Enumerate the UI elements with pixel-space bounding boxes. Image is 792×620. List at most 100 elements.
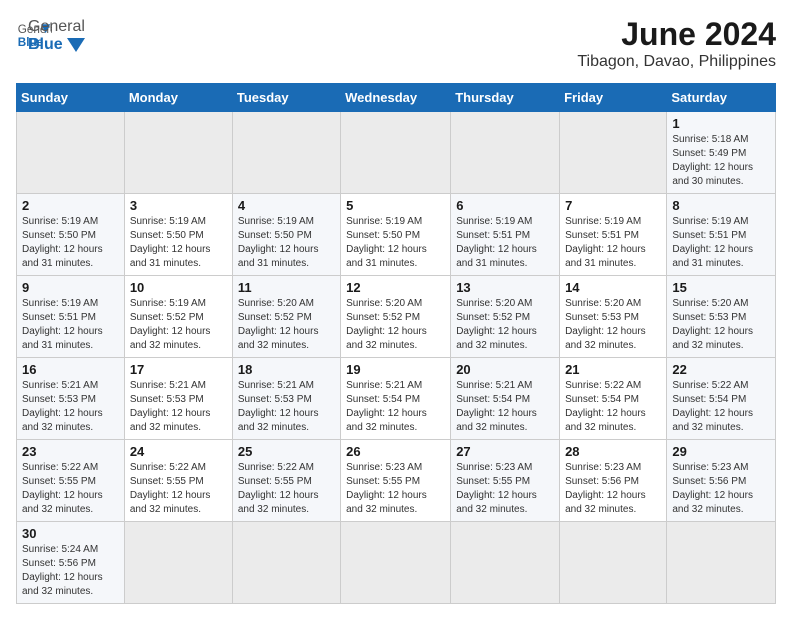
- day-info: Sunrise: 5:21 AMSunset: 5:53 PMDaylight:…: [130, 379, 227, 435]
- day-info: Sunrise: 5:22 AMSunset: 5:54 PMDaylight:…: [565, 379, 661, 435]
- day-info: Sunrise: 5:23 AMSunset: 5:56 PMDaylight:…: [672, 461, 770, 517]
- day-cell: [451, 522, 560, 604]
- day-cell: 17 Sunrise: 5:21 AMSunset: 5:53 PMDayligh…: [124, 358, 232, 440]
- day-number: 23: [22, 444, 119, 459]
- day-cell: 13 Sunrise: 5:20 AMSunset: 5:52 PMDayligh…: [451, 276, 560, 358]
- day-number: 30: [22, 526, 119, 541]
- calendar-title: June 2024: [577, 16, 776, 53]
- day-cell: 28 Sunrise: 5:23 AMSunset: 5:56 PMDayligh…: [560, 440, 667, 522]
- day-number: 18: [238, 362, 335, 377]
- day-info: Sunrise: 5:20 AMSunset: 5:52 PMDaylight:…: [238, 297, 335, 353]
- day-cell: [560, 112, 667, 194]
- day-cell: [124, 522, 232, 604]
- day-number: 20: [456, 362, 554, 377]
- day-cell: 6 Sunrise: 5:19 AMSunset: 5:51 PMDaylight…: [451, 194, 560, 276]
- day-info: Sunrise: 5:22 AMSunset: 5:55 PMDaylight:…: [238, 461, 335, 517]
- day-number: 12: [346, 280, 445, 295]
- day-number: 13: [456, 280, 554, 295]
- day-cell: 25 Sunrise: 5:22 AMSunset: 5:55 PMDayligh…: [232, 440, 340, 522]
- day-cell: 3Sunrise: 5:19 AMSunset: 5:50 PMDaylight…: [124, 194, 232, 276]
- day-info: Sunrise: 5:20 AMSunset: 5:52 PMDaylight:…: [456, 297, 554, 353]
- day-cell: 2Sunrise: 5:19 AMSunset: 5:50 PMDaylight…: [17, 194, 125, 276]
- day-cell: 22Sunrise: 5:22 AMSunset: 5:54 PMDayligh…: [667, 358, 776, 440]
- day-info: Sunrise: 5:21 AMSunset: 5:53 PMDaylight:…: [238, 379, 335, 435]
- day-number: 21: [565, 362, 661, 377]
- day-number: 27: [456, 444, 554, 459]
- day-info: Sunrise: 5:24 AMSunset: 5:56 PMDaylight:…: [22, 543, 119, 599]
- day-number: 9: [22, 280, 119, 295]
- day-number: 6: [456, 198, 554, 213]
- day-cell: [17, 112, 125, 194]
- day-cell: 9 Sunrise: 5:19 AMSunset: 5:51 PMDaylight…: [17, 276, 125, 358]
- weekday-header-row: SundayMondayTuesdayWednesdayThursdayFrid…: [17, 84, 776, 112]
- week-row-6: 30 Sunrise: 5:24 AMSunset: 5:56 PMDayligh…: [17, 522, 776, 604]
- day-cell: 15 Sunrise: 5:20 AMSunset: 5:53 PMDayligh…: [667, 276, 776, 358]
- day-cell: 7 Sunrise: 5:19 AMSunset: 5:51 PMDaylight…: [560, 194, 667, 276]
- weekday-header-friday: Friday: [560, 84, 667, 112]
- day-info: Sunrise: 5:23 AMSunset: 5:56 PMDaylight:…: [565, 461, 661, 517]
- logo-general: General: [28, 18, 85, 36]
- week-row-3: 9 Sunrise: 5:19 AMSunset: 5:51 PMDaylight…: [17, 276, 776, 358]
- weekday-header-sunday: Sunday: [17, 84, 125, 112]
- day-number: 22: [672, 362, 770, 377]
- day-info: Sunrise: 5:19 AMSunset: 5:51 PMDaylight:…: [565, 215, 661, 271]
- day-number: 3: [130, 198, 227, 213]
- day-cell: 8Sunrise: 5:19 AMSunset: 5:51 PMDaylight…: [667, 194, 776, 276]
- day-number: 17: [130, 362, 227, 377]
- day-cell: [232, 112, 340, 194]
- day-info: Sunrise: 5:22 AMSunset: 5:55 PMDaylight:…: [130, 461, 227, 517]
- day-info: Sunrise: 5:21 AMSunset: 5:53 PMDaylight:…: [22, 379, 119, 435]
- day-cell: 10 Sunrise: 5:19 AMSunset: 5:52 PMDayligh…: [124, 276, 232, 358]
- weekday-header-saturday: Saturday: [667, 84, 776, 112]
- day-info: Sunrise: 5:19 AMSunset: 5:50 PMDaylight:…: [238, 215, 335, 271]
- day-cell: 20 Sunrise: 5:21 AMSunset: 5:54 PMDayligh…: [451, 358, 560, 440]
- day-cell: 12 Sunrise: 5:20 AMSunset: 5:52 PMDayligh…: [341, 276, 451, 358]
- day-number: 5: [346, 198, 445, 213]
- day-number: 24: [130, 444, 227, 459]
- day-cell: [124, 112, 232, 194]
- day-cell: [667, 522, 776, 604]
- day-cell: 16 Sunrise: 5:21 AMSunset: 5:53 PMDayligh…: [17, 358, 125, 440]
- day-info: Sunrise: 5:19 AMSunset: 5:51 PMDaylight:…: [672, 215, 770, 271]
- weekday-header-monday: Monday: [124, 84, 232, 112]
- day-number: 26: [346, 444, 445, 459]
- day-info: Sunrise: 5:19 AMSunset: 5:52 PMDaylight:…: [130, 297, 227, 353]
- weekday-header-tuesday: Tuesday: [232, 84, 340, 112]
- day-info: Sunrise: 5:23 AMSunset: 5:55 PMDaylight:…: [346, 461, 445, 517]
- day-number: 10: [130, 280, 227, 295]
- day-number: 15: [672, 280, 770, 295]
- day-info: Sunrise: 5:23 AMSunset: 5:55 PMDaylight:…: [456, 461, 554, 517]
- day-info: Sunrise: 5:19 AMSunset: 5:50 PMDaylight:…: [346, 215, 445, 271]
- day-cell: [232, 522, 340, 604]
- day-number: 28: [565, 444, 661, 459]
- week-row-2: 2Sunrise: 5:19 AMSunset: 5:50 PMDaylight…: [17, 194, 776, 276]
- day-cell: 4Sunrise: 5:19 AMSunset: 5:50 PMDaylight…: [232, 194, 340, 276]
- week-row-4: 16 Sunrise: 5:21 AMSunset: 5:53 PMDayligh…: [17, 358, 776, 440]
- logo: General Blue General Blue: [16, 16, 85, 54]
- day-info: Sunrise: 5:19 AMSunset: 5:51 PMDaylight:…: [22, 297, 119, 353]
- day-info: Sunrise: 5:20 AMSunset: 5:53 PMDaylight:…: [672, 297, 770, 353]
- day-cell: 1Sunrise: 5:18 AMSunset: 5:49 PMDaylight…: [667, 112, 776, 194]
- day-cell: 19Sunrise: 5:21 AMSunset: 5:54 PMDayligh…: [341, 358, 451, 440]
- day-number: 16: [22, 362, 119, 377]
- day-cell: 23Sunrise: 5:22 AMSunset: 5:55 PMDayligh…: [17, 440, 125, 522]
- day-cell: [560, 522, 667, 604]
- calendar-table: SundayMondayTuesdayWednesdayThursdayFrid…: [16, 83, 776, 604]
- day-number: 25: [238, 444, 335, 459]
- logo-blue: Blue: [28, 36, 85, 54]
- day-cell: 5 Sunrise: 5:19 AMSunset: 5:50 PMDaylight…: [341, 194, 451, 276]
- day-cell: [341, 112, 451, 194]
- day-info: Sunrise: 5:20 AMSunset: 5:53 PMDaylight:…: [565, 297, 661, 353]
- day-number: 14: [565, 280, 661, 295]
- weekday-header-thursday: Thursday: [451, 84, 560, 112]
- day-cell: 27 Sunrise: 5:23 AMSunset: 5:55 PMDayligh…: [451, 440, 560, 522]
- day-info: Sunrise: 5:19 AMSunset: 5:51 PMDaylight:…: [456, 215, 554, 271]
- day-cell: 11Sunrise: 5:20 AMSunset: 5:52 PMDayligh…: [232, 276, 340, 358]
- calendar-subtitle: Tibagon, Davao, Philippines: [577, 53, 776, 71]
- day-info: Sunrise: 5:20 AMSunset: 5:52 PMDaylight:…: [346, 297, 445, 353]
- day-info: Sunrise: 5:21 AMSunset: 5:54 PMDaylight:…: [456, 379, 554, 435]
- day-cell: 14 Sunrise: 5:20 AMSunset: 5:53 PMDayligh…: [560, 276, 667, 358]
- weekday-header-wednesday: Wednesday: [341, 84, 451, 112]
- day-number: 7: [565, 198, 661, 213]
- day-cell: [341, 522, 451, 604]
